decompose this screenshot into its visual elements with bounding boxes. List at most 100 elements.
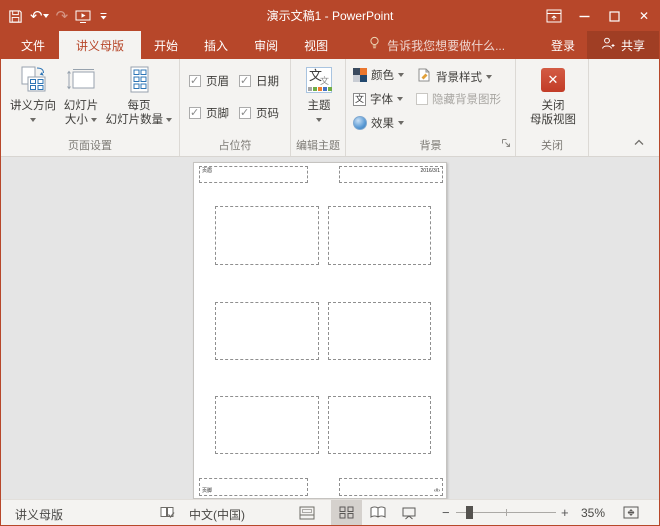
start-from-beginning-button[interactable] — [75, 9, 92, 24]
effects-dropdown-icon — [398, 121, 404, 125]
undo-button[interactable]: ↶ — [30, 9, 49, 24]
header-checkbox[interactable] — [189, 75, 201, 87]
zoom-out-button[interactable]: − — [442, 505, 450, 520]
zoom-level[interactable]: 35% — [581, 506, 605, 520]
group-label-background: 背景 — [346, 137, 515, 153]
page-number-placeholder[interactable]: ‹#› — [339, 478, 443, 496]
slide-canvas: 页眉 2016/3/1 页脚 ‹#› — [1, 157, 659, 499]
group-label-page-setup: 页面设置 — [1, 137, 179, 153]
reading-view-button[interactable] — [362, 500, 393, 525]
tell-me-box[interactable]: 告诉我您想要做什么... — [369, 31, 505, 59]
share-person-icon — [601, 37, 615, 53]
handout-master-page: 页眉 2016/3/1 页脚 ‹#› — [193, 162, 447, 499]
footer-checkbox-row: 页脚 — [189, 105, 229, 121]
customize-quick-access-toolbar-button[interactable] — [99, 11, 108, 21]
background-styles-button[interactable]: 背景样式 — [416, 67, 492, 86]
colors-dropdown-icon — [398, 73, 404, 77]
zoom-slider[interactable] — [456, 500, 556, 525]
tab-file[interactable]: 文件 — [7, 31, 59, 59]
hide-background-graphics-checkbox[interactable] — [416, 93, 428, 105]
fit-to-window-icon[interactable] — [623, 505, 639, 523]
slide-placeholder-4[interactable] — [328, 302, 431, 360]
header-placeholder[interactable]: 页眉 — [199, 166, 308, 183]
date-placeholder-text: 2016/3/1 — [421, 168, 440, 174]
group-placeholders: 页眉 日期 页脚 页码 占位符 — [180, 59, 291, 156]
redo-icon: ↷ — [56, 9, 69, 24]
close-master-view-icon: ✕ — [541, 64, 565, 96]
background-dialog-launcher-icon[interactable] — [501, 138, 511, 151]
view-buttons — [331, 500, 424, 525]
slide-placeholder-5[interactable] — [215, 396, 319, 454]
tab-review[interactable]: 审阅 — [241, 31, 291, 59]
date-checkbox[interactable] — [239, 75, 251, 87]
group-edit-theme: 文 文 主题 编辑主题 — [291, 59, 346, 156]
slide-placeholder-3[interactable] — [215, 302, 319, 360]
footer-placeholder[interactable]: 页脚 — [199, 478, 308, 496]
page-number-checkbox[interactable] — [239, 107, 251, 119]
collapse-ribbon-icon[interactable] — [633, 137, 645, 149]
sign-in-button[interactable]: 登录 — [539, 31, 587, 59]
slide-placeholder-1[interactable] — [215, 206, 319, 265]
footer-checkbox[interactable] — [189, 107, 201, 119]
zoom-in-button[interactable]: + — [561, 505, 569, 520]
close-master-view-label-line1: 关闭 — [542, 99, 565, 113]
background-styles-icon — [416, 67, 432, 86]
page-number-checkbox-row: 页码 — [239, 105, 279, 121]
ribbon: 讲义方向 幻灯片 大小 每页 幻灯片数量 页面设置 — [1, 59, 659, 157]
tab-handout-master[interactable]: 讲义母版 — [59, 31, 141, 59]
spell-check-icon[interactable] — [159, 505, 176, 523]
undo-dropdown-arrow-icon[interactable] — [43, 14, 49, 18]
close-master-view-label-line2: 母版视图 — [530, 113, 576, 127]
group-label-placeholders: 占位符 — [180, 137, 290, 153]
colors-label: 颜色 — [371, 67, 394, 83]
redo-button: ↷ — [56, 9, 69, 24]
ribbon-display-options-button[interactable] — [539, 1, 569, 31]
slides-per-page-icon — [123, 64, 155, 96]
tab-view[interactable]: 视图 — [291, 31, 341, 59]
tab-row-right: 登录 共享 — [539, 31, 659, 59]
tab-home[interactable]: 开始 — [141, 31, 191, 59]
slides-per-page-button[interactable]: 每页 幻灯片数量 — [100, 64, 178, 127]
date-checkbox-row: 日期 — [239, 73, 279, 89]
themes-dropdown-icon — [316, 118, 322, 122]
slide-size-button[interactable]: 幻灯片 大小 — [62, 64, 100, 127]
slide-sorter-view-button[interactable] — [331, 500, 362, 525]
colors-button[interactable]: 颜色 — [353, 67, 404, 83]
tell-me-text: 告诉我您想要做什么... — [387, 37, 505, 54]
notes-icon[interactable] — [299, 506, 315, 523]
date-checkbox-label: 日期 — [256, 73, 279, 89]
save-icon[interactable] — [8, 9, 23, 24]
share-button[interactable]: 共享 — [587, 31, 659, 59]
close-button[interactable]: ✕ — [629, 1, 659, 31]
maximize-button[interactable] — [599, 1, 629, 31]
footer-placeholder-text: 页脚 — [202, 488, 212, 494]
handout-orientation-label: 讲义方向 — [10, 99, 56, 113]
fonts-label: 字体 — [370, 91, 393, 107]
powerpoint-window: ↶ ↷ 演示文稿1 - PowerPoint ✕ — [0, 0, 660, 526]
date-placeholder[interactable]: 2016/3/1 — [339, 166, 443, 183]
hide-background-graphics-row: 隐藏背景图形 — [416, 91, 501, 107]
status-language[interactable]: 中文(中国) — [189, 506, 245, 523]
tab-insert[interactable]: 插入 — [191, 31, 241, 59]
slide-show-button[interactable] — [393, 500, 424, 525]
slide-placeholder-2[interactable] — [328, 206, 431, 265]
title-bar: ↶ ↷ 演示文稿1 - PowerPoint ✕ — [1, 1, 659, 31]
hide-background-graphics-label: 隐藏背景图形 — [432, 91, 501, 107]
share-label: 共享 — [621, 37, 645, 54]
undo-icon: ↶ — [30, 9, 43, 24]
slide-placeholder-6[interactable] — [328, 396, 431, 454]
minimize-button[interactable] — [569, 1, 599, 31]
effects-button[interactable]: 效果 — [353, 115, 404, 131]
handout-orientation-button[interactable]: 讲义方向 — [4, 64, 62, 122]
zoom-slider-handle[interactable] — [466, 506, 473, 519]
slides-per-page-label-line2: 幻灯片数量 — [106, 113, 173, 127]
page-number-placeholder-text: ‹#› — [434, 488, 440, 494]
themes-icon: 文 文 — [306, 64, 332, 96]
close-master-view-button[interactable]: ✕ 关闭 母版视图 — [528, 64, 578, 127]
group-label-edit-theme: 编辑主题 — [291, 137, 345, 153]
handout-orientation-icon — [17, 64, 49, 96]
fonts-button[interactable]: 文 字体 — [353, 91, 403, 107]
page-number-checkbox-label: 页码 — [256, 105, 279, 121]
group-label-close: 关闭 — [516, 137, 588, 153]
themes-button[interactable]: 文 文 主题 — [297, 64, 341, 122]
